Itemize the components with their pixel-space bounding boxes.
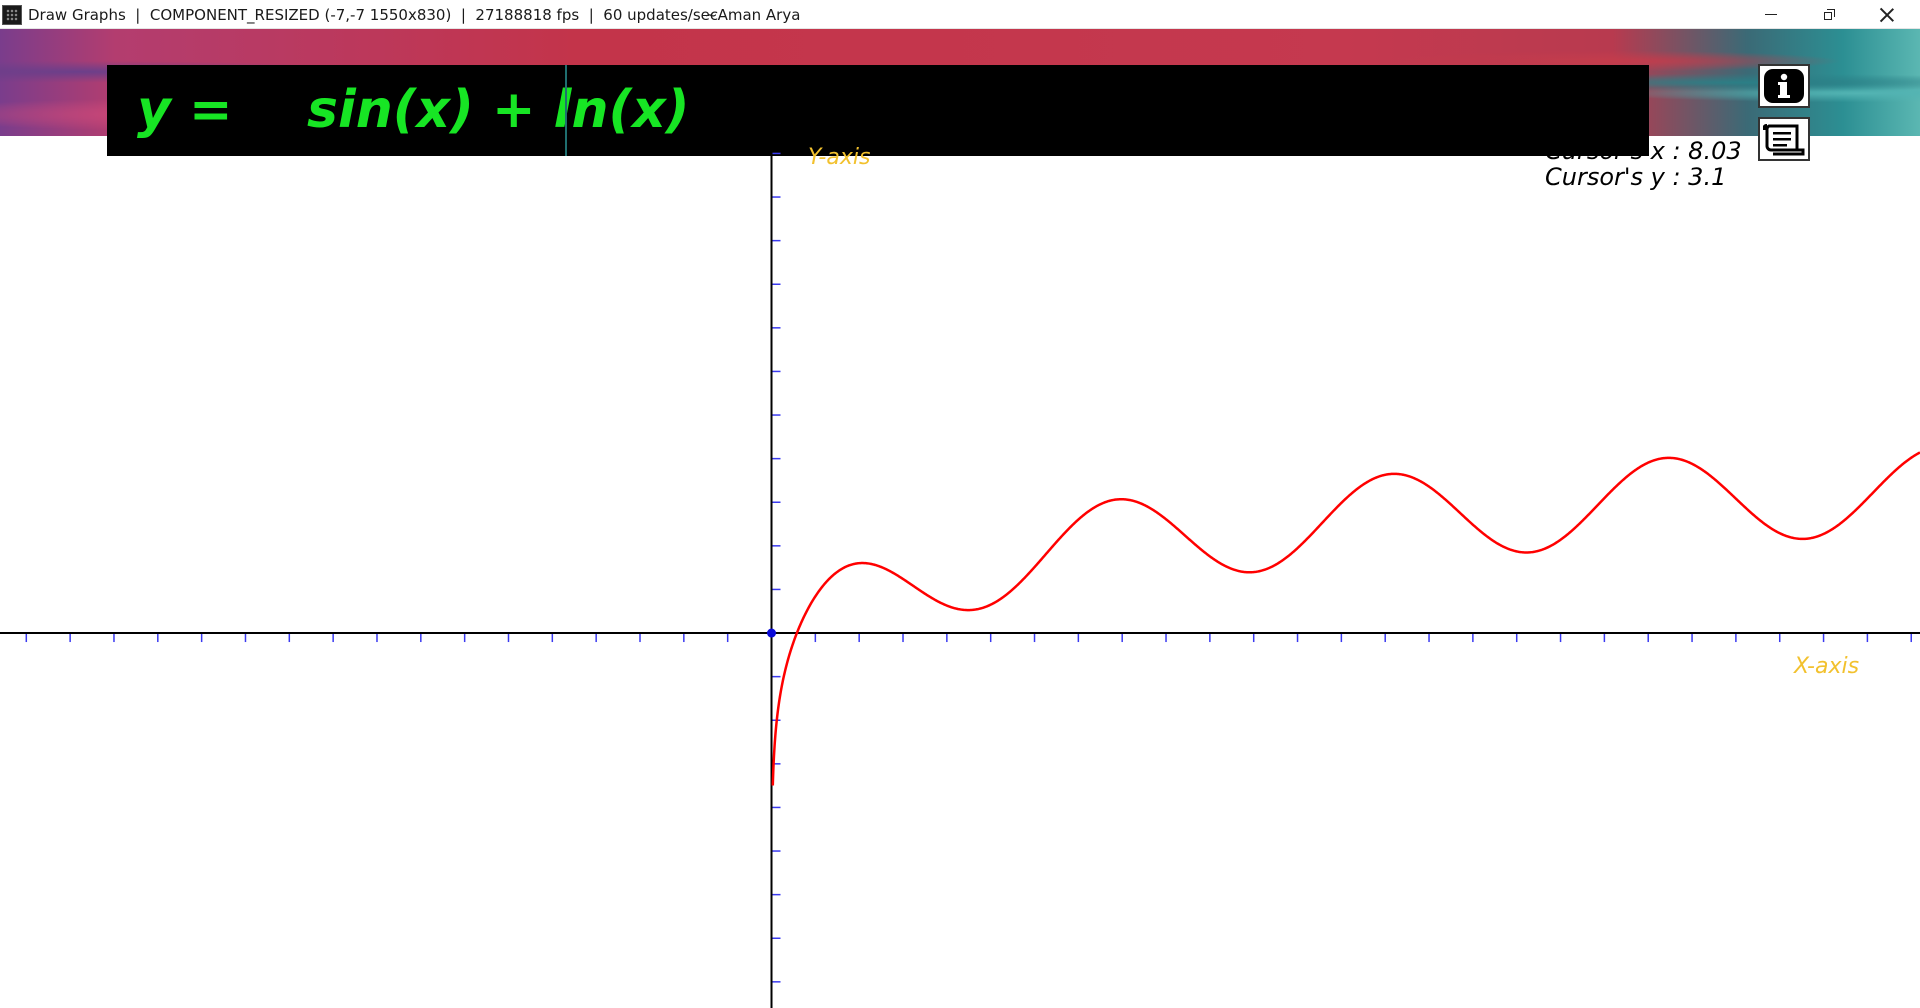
minimize-icon [1765, 14, 1777, 15]
graph-canvas[interactable]: Y-axis X-axis [0, 136, 1920, 1008]
cursor-x-readout: Cursor's x : 8.03 [1545, 137, 1742, 165]
cursor-readout: Cursor's x : 8.03 Cursor's y : 3.1 [1545, 138, 1742, 190]
y-axis-label: Y-axis [808, 145, 870, 170]
info-button[interactable] [1758, 64, 1810, 108]
window-author: ~Aman Arya [705, 6, 801, 24]
close-icon [1880, 8, 1894, 22]
header-banner: y = sin(x) + ln(x) [0, 29, 1920, 161]
origin-point [767, 628, 777, 638]
x-axis-label: X-axis [1793, 654, 1859, 679]
cursor-y-readout: Cursor's y : 3.1 [1545, 163, 1727, 191]
x-axis-ticks [25, 633, 1912, 643]
window-title: Draw Graphs | COMPONENT_RESIZED (-7,-7 1… [28, 6, 719, 24]
function-curve [771, 451, 1920, 786]
close-button[interactable] [1858, 0, 1916, 29]
info-icon [1764, 69, 1804, 103]
minimize-button[interactable] [1742, 0, 1800, 29]
restore-button[interactable] [1800, 0, 1858, 29]
restore-icon [1823, 9, 1835, 20]
app-icon [2, 5, 22, 25]
y-axis-ticks [771, 152, 781, 983]
title-bar: Draw Graphs | COMPONENT_RESIZED (-7,-7 1… [0, 0, 1920, 29]
